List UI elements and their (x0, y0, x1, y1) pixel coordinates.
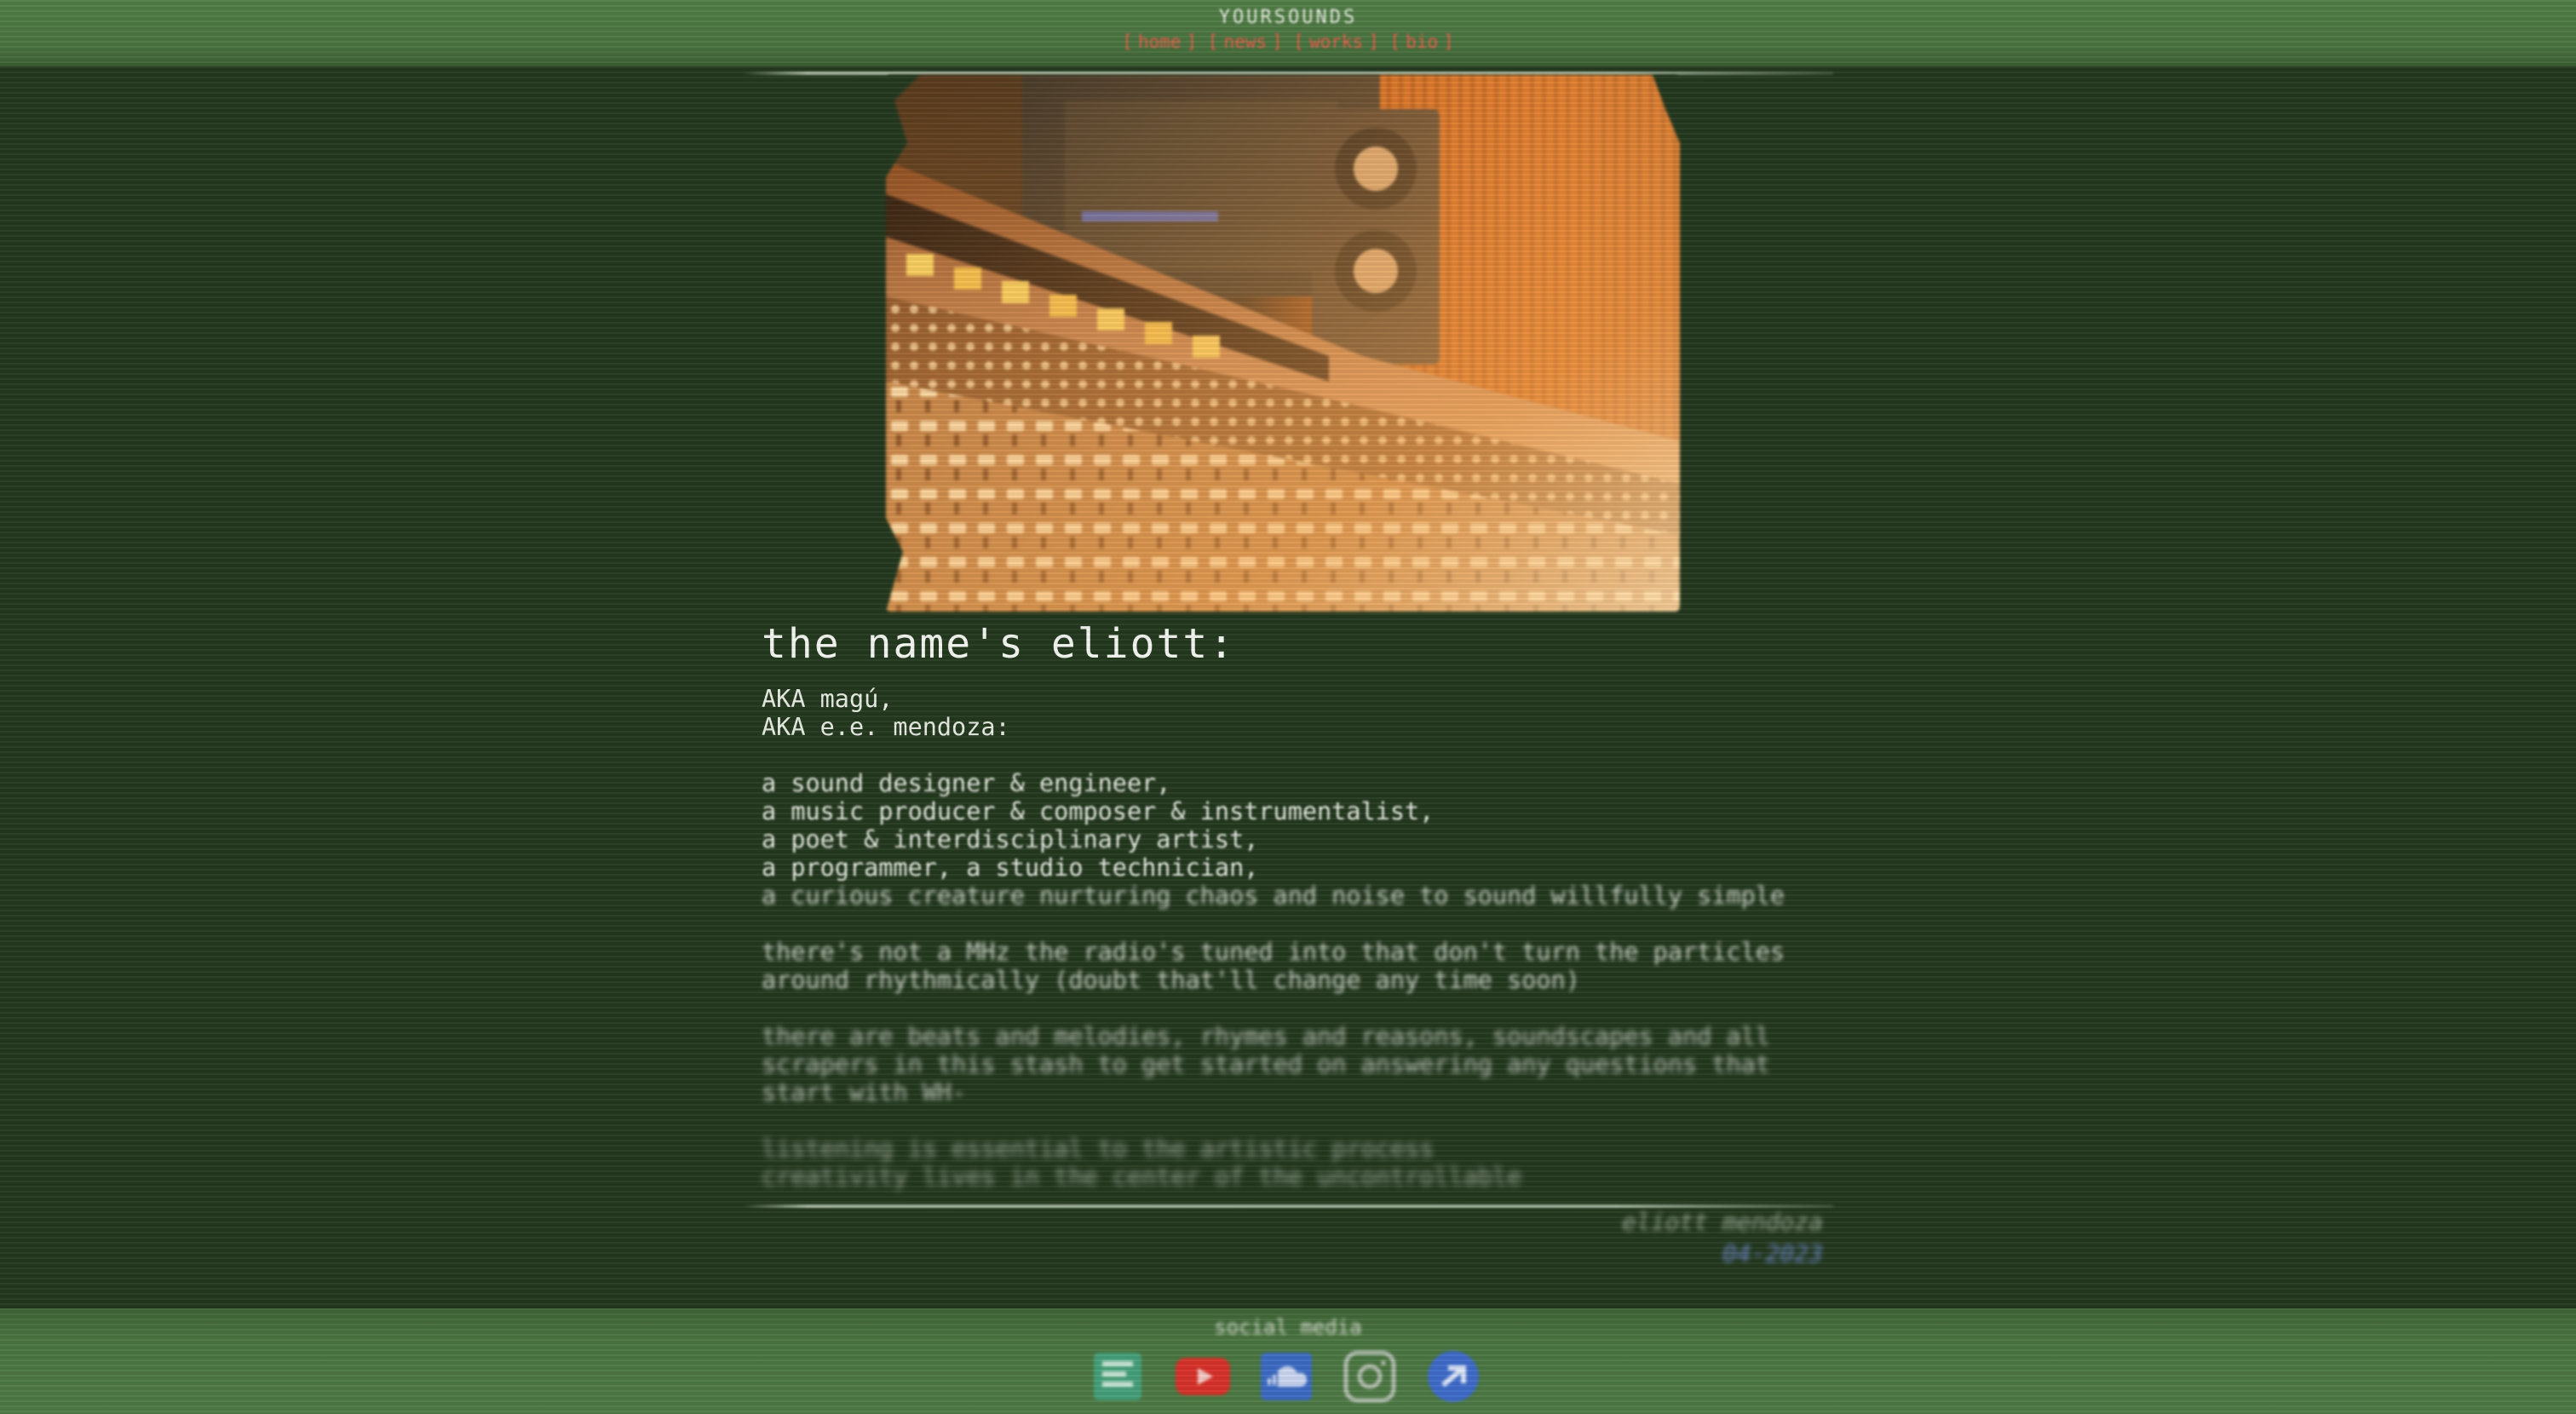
paragraph-line: scrapers in this stash to get started on… (762, 1050, 1770, 1078)
paragraph-line: listening is essential to the artistic p… (762, 1135, 1435, 1163)
soundcloud-icon[interactable] (1256, 1346, 1317, 1407)
aka-line: AKA e.e. mendoza: (762, 713, 1010, 741)
role-line: a poet & interdisciplinary artist, (762, 825, 1259, 854)
signature-name: eliott mendoza (1621, 1208, 1823, 1236)
bandcamp-icon[interactable] (1087, 1346, 1148, 1407)
bio-section: the name's eliott: AKA magú, AKA e.e. me… (762, 615, 1835, 1191)
paragraph-line: start with WH- (762, 1078, 967, 1106)
signature-date[interactable]: 04-2023 (1619, 1239, 1823, 1267)
paragraph-line: around rhythmically (doubt that'll chang… (762, 966, 1580, 994)
aka-line: AKA magú, (762, 685, 894, 713)
paragraph-line: there's not a MHz the radio's tuned into… (762, 938, 1785, 966)
page-headline: the name's eliott: (762, 620, 1236, 668)
signature: eliott mendoza 04-2023 (1619, 1208, 1823, 1267)
paragraph-line: there are beats and melodies, rhymes and… (762, 1022, 1770, 1050)
site-title[interactable]: YOURSOUNDS (0, 0, 2576, 28)
paragraph-line: creativity lives in the center of the un… (762, 1163, 1522, 1191)
nav-link-news[interactable]: news (1223, 32, 1267, 52)
footer-bar: social media (0, 1308, 2576, 1414)
linktree-icon[interactable] (1423, 1346, 1484, 1407)
nav-link-bio[interactable]: bio (1406, 32, 1438, 52)
main-nav: [home] [news] [works] [bio] (1122, 32, 1454, 52)
social-media-label: social media (1214, 1315, 1362, 1339)
social-icons (1087, 1346, 1496, 1407)
bio-body: AKA magú, AKA e.e. mendoza: a sound desi… (762, 685, 1835, 1191)
role-line: a music producer & composer & instrument… (762, 797, 1435, 825)
nav-link-works[interactable]: works (1309, 32, 1363, 52)
youtube-icon[interactable] (1172, 1346, 1233, 1407)
role-line: a sound designer & engineer, (762, 769, 1171, 797)
role-line: a curious creature nurturing chaos and n… (762, 882, 1785, 910)
top-bar: YOURSOUNDS [home] [news] [works] [bio] (0, 0, 2576, 66)
nav-link-home[interactable]: home (1138, 32, 1182, 52)
role-line: a programmer, a studio technician, (762, 854, 1259, 882)
instagram-icon[interactable] (1339, 1346, 1400, 1407)
studio-console-photo (886, 75, 1680, 612)
